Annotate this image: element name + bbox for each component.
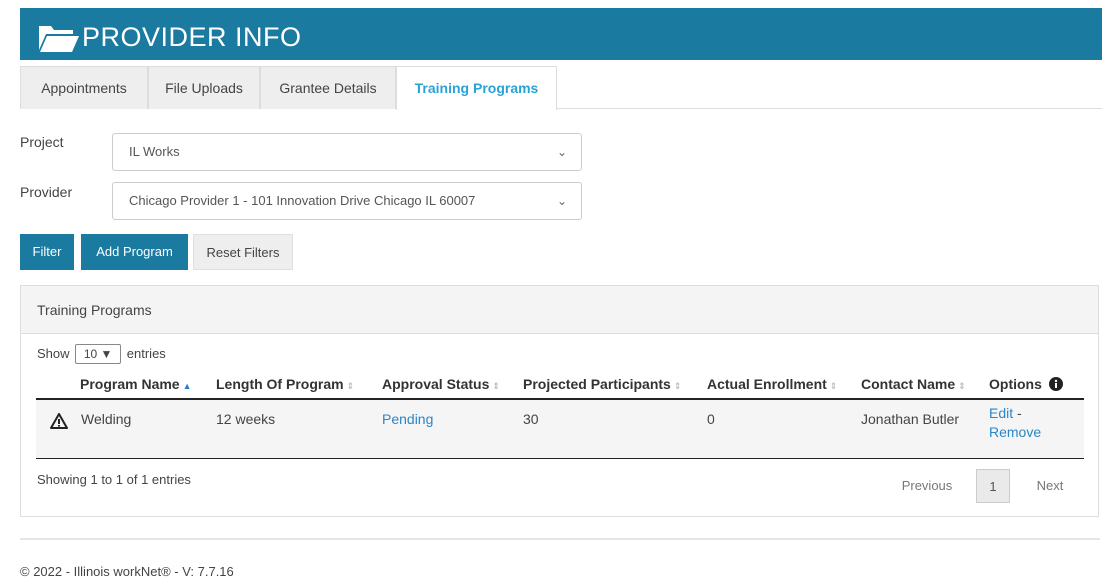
project-label: Project — [20, 134, 64, 150]
add-program-button[interactable]: Add Program — [81, 234, 188, 270]
options-separator: - — [1017, 405, 1022, 421]
reset-filters-button[interactable]: Reset Filters — [193, 234, 293, 270]
cell-projected-participants: 30 — [523, 411, 539, 427]
cell-contact-name: Jonathan Butler — [861, 411, 960, 427]
footer-text: © 2022 - Illinois workNet® - V: 7.7.16 — [20, 564, 234, 579]
sort-asc-icon: ▲ — [182, 381, 192, 391]
project-select[interactable]: IL Works ⌄ — [112, 133, 582, 171]
training-programs-panel: Training Programs Show 10 ▼ entries Prog… — [20, 285, 1099, 517]
edit-link[interactable]: Edit — [989, 405, 1013, 421]
column-header-length[interactable]: Length Of Program ⇕ — [216, 376, 354, 392]
cell-program-name: Welding — [81, 411, 132, 427]
tab-training-programs[interactable]: Training Programs — [396, 66, 557, 110]
sort-icon: ⇕ — [492, 381, 500, 391]
panel-title: Training Programs — [21, 286, 1098, 334]
sort-icon: ⇕ — [958, 381, 966, 391]
chevron-down-icon: ⌄ — [556, 194, 567, 208]
remove-link[interactable]: Remove — [989, 424, 1041, 440]
filter-button[interactable]: Filter — [20, 234, 74, 270]
table-bottom-rule — [36, 458, 1084, 459]
column-header-actual-enrollment[interactable]: Actual Enrollment ⇕ — [707, 376, 837, 392]
column-header-contact-name[interactable]: Contact Name ⇕ — [861, 376, 966, 392]
cell-actual-enrollment: 0 — [707, 411, 715, 427]
entries-label: entries — [126, 346, 166, 361]
info-icon[interactable] — [1048, 377, 1063, 391]
provider-select-value: Chicago Provider 1 - 101 Innovation Driv… — [129, 193, 476, 208]
provider-select[interactable]: Chicago Provider 1 - 101 Innovation Driv… — [112, 182, 582, 220]
tab-grantee-details[interactable]: Grantee Details — [260, 66, 396, 109]
tab-appointments[interactable]: Appointments — [20, 66, 148, 109]
sort-icon: ⇕ — [346, 381, 355, 391]
show-label: Show — [37, 346, 70, 361]
cell-approval-status[interactable]: Pending — [382, 411, 433, 427]
entries-length-control: Show 10 ▼ entries — [37, 344, 166, 364]
cell-options: Edit - Remove — [989, 404, 1041, 442]
cell-length: 12 weeks — [216, 411, 276, 427]
warning-icon — [50, 413, 68, 429]
pagination-next[interactable]: Next — [1024, 469, 1076, 503]
project-select-value: IL Works — [129, 144, 180, 159]
pagination-previous[interactable]: Previous — [887, 469, 967, 503]
page-header: PROVIDER INFO — [20, 8, 1102, 60]
column-header-projected-participants[interactable]: Projected Participants ⇕ — [523, 376, 681, 392]
sort-icon: ⇕ — [829, 381, 838, 391]
chevron-down-icon: ⌄ — [556, 145, 567, 159]
footer-divider — [20, 538, 1100, 540]
folder-open-icon — [39, 26, 79, 52]
column-header-approval-status[interactable]: Approval Status ⇕ — [382, 376, 500, 392]
table-info: Showing 1 to 1 of 1 entries — [37, 472, 191, 487]
pagination-page-1[interactable]: 1 — [976, 469, 1010, 503]
column-header-program-name[interactable]: Program Name ▲ — [80, 376, 192, 392]
column-header-options: Options — [989, 376, 1063, 392]
tab-file-uploads[interactable]: File Uploads — [148, 66, 260, 109]
provider-label: Provider — [20, 184, 73, 200]
page-title: PROVIDER INFO — [82, 22, 302, 52]
sort-icon: ⇕ — [673, 381, 682, 391]
table-row — [36, 400, 1084, 458]
entries-select[interactable]: 10 ▼ — [75, 344, 122, 364]
tab-bar: Appointments File Uploads Grantee Detail… — [20, 66, 1102, 110]
